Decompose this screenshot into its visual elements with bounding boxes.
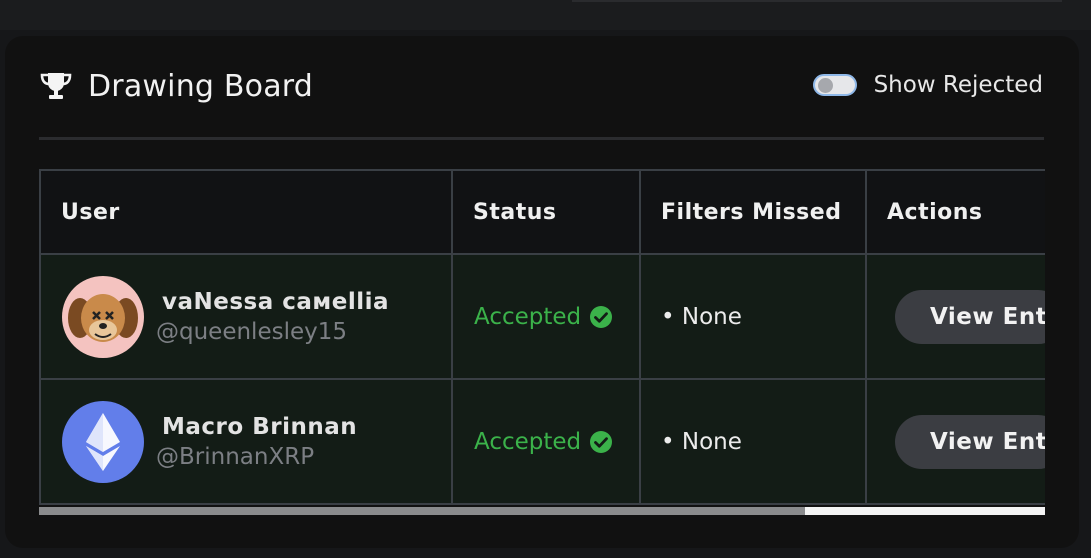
dog-avatar[interactable]	[62, 275, 144, 358]
ethereum-avatar[interactable]	[62, 400, 144, 483]
filters-missed-value: • None	[661, 303, 742, 330]
column-header-filters-missed: Filters Missed	[639, 169, 867, 255]
column-header-actions: Actions	[865, 169, 1045, 255]
actions-cell: View Entry	[865, 253, 1045, 380]
user-handle[interactable]: @queenlesley15	[156, 317, 389, 347]
page-title: Drawing Board	[88, 68, 314, 104]
status-cell: Accepted	[451, 253, 641, 380]
status-text: Accepted	[474, 428, 582, 455]
user-handle[interactable]: @BrinnanXRP	[156, 442, 357, 472]
entries-table: User Status Filters Missed Actions vaNes…	[39, 169, 1045, 505]
top-bar-line	[572, 0, 1062, 2]
filters-missed-cell: • None	[639, 378, 867, 505]
show-rejected-toggle[interactable]	[812, 74, 857, 96]
horizontal-scrollbar[interactable]	[39, 507, 1045, 515]
table-row: Macro Brinnan @BrinnanXRP Accepted • Non…	[39, 378, 1045, 505]
user-cell: Macro Brinnan @BrinnanXRP	[39, 378, 453, 505]
column-header-status: Status	[451, 169, 641, 255]
check-circle-icon	[590, 305, 613, 328]
header-divider	[39, 137, 1044, 140]
show-rejected-label[interactable]: Show Rejected	[874, 72, 1043, 98]
trophy-icon	[40, 73, 72, 99]
user-cell: vaNessa caмellia @queenlesley15	[39, 253, 453, 380]
show-rejected-toggle-group[interactable]: Show Rejected	[812, 72, 1043, 98]
scrollbar-thumb[interactable]	[39, 507, 805, 515]
user-display-name[interactable]: vaNessa caмellia	[156, 287, 389, 317]
status-cell: Accepted	[451, 378, 641, 505]
entries-table-viewport[interactable]: User Status Filters Missed Actions vaNes…	[39, 169, 1045, 515]
column-header-user: User	[39, 169, 453, 255]
drawing-board-card: Drawing Board Show Rejected User Status …	[5, 36, 1079, 548]
top-bar	[0, 0, 1091, 30]
ethereum-avatar-image	[62, 400, 144, 483]
user-display-name[interactable]: Macro Brinnan	[156, 412, 357, 442]
actions-cell: View Entry	[865, 378, 1045, 505]
dog-avatar-image	[62, 275, 144, 358]
table-row: vaNessa caмellia @queenlesley15 Accepted	[39, 253, 1045, 380]
filters-missed-value: • None	[661, 428, 742, 455]
toggle-knob	[817, 78, 833, 93]
table-header-row: User Status Filters Missed Actions	[39, 169, 1045, 255]
status-text: Accepted	[474, 303, 582, 330]
view-entry-button[interactable]: View Entry	[895, 289, 1045, 344]
check-circle-icon	[590, 430, 613, 453]
filters-missed-cell: • None	[639, 253, 867, 380]
view-entry-button[interactable]: View Entry	[895, 414, 1045, 469]
card-header: Drawing Board	[39, 66, 313, 106]
